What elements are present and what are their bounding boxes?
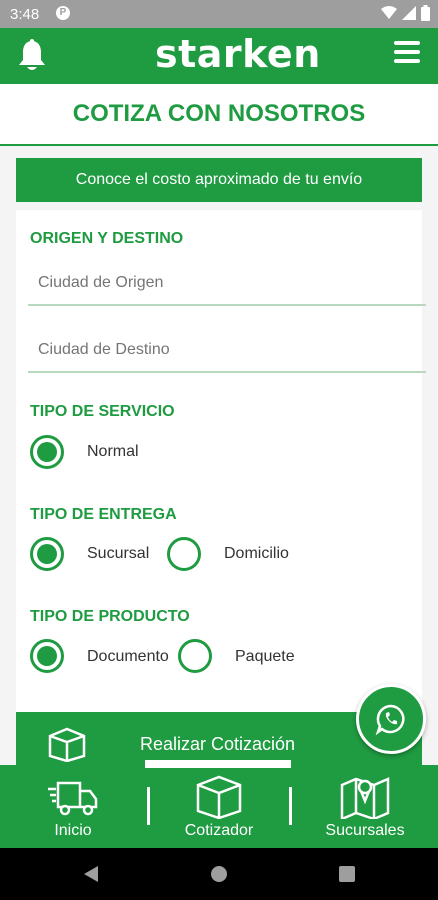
product-type-label: TIPO DE PRODUCTO [30, 608, 190, 625]
destination-city-input[interactable] [28, 329, 426, 373]
status-icons [381, 5, 430, 21]
box-icon [196, 775, 242, 819]
status-time: 3:48 [10, 6, 40, 23]
app-header: starken [0, 28, 438, 84]
home-icon[interactable] [210, 865, 228, 883]
whatsapp-icon [375, 704, 405, 735]
radio-service-normal[interactable] [30, 435, 64, 469]
origin-destination-label: ORIGEN Y DESTINO [30, 230, 184, 247]
delivery-type-label: TIPO DE ENTREGA [30, 506, 177, 523]
box-icon [48, 727, 86, 762]
nav-sucursales[interactable]: Sucursales [292, 765, 438, 848]
map-icon [340, 777, 390, 819]
nav-inicio[interactable]: Inicio [0, 765, 146, 848]
nav-sucursales-label: Sucursales [325, 822, 405, 839]
info-banner: Conoce el costo aproximado de tu envío [16, 158, 422, 202]
radio-delivery-sucursal-label: Sucursal [87, 545, 150, 562]
bell-icon[interactable] [17, 39, 47, 73]
wifi-icon [381, 6, 397, 19]
menu-icon[interactable] [394, 41, 420, 65]
service-type-label: TIPO DE SERVICIO [30, 403, 175, 420]
page-title: COTIZA CON NOSOTROS [72, 100, 366, 127]
bottom-nav: Inicio Cotizador Sucursales [0, 765, 438, 848]
starken-logo: starken [155, 32, 321, 76]
signal-icon [402, 6, 416, 20]
recents-icon[interactable] [338, 865, 356, 883]
status-bar: 3:48 P [0, 0, 438, 28]
radio-delivery-domicilio[interactable] [167, 537, 201, 571]
radio-product-paquete-label: Paquete [235, 648, 295, 665]
back-icon[interactable] [82, 865, 100, 883]
system-nav-bar [0, 848, 438, 900]
battery-icon [421, 5, 430, 21]
radio-delivery-domicilio-label: Domicilio [224, 545, 289, 562]
nav-cotizador-label: Cotizador [184, 822, 254, 839]
truck-icon [48, 781, 98, 816]
nav-inicio-label: Inicio [54, 822, 92, 839]
radio-product-paquete[interactable] [178, 639, 212, 673]
whatsapp-button[interactable] [356, 684, 426, 754]
active-tab-indicator [145, 760, 291, 768]
p-icon: P [56, 6, 70, 20]
radio-product-documento[interactable] [30, 639, 64, 673]
origin-city-input[interactable] [28, 262, 426, 306]
nav-cotizador[interactable]: Cotizador [146, 765, 292, 848]
submit-quote-label: Realizar Cotización [140, 734, 296, 754]
radio-delivery-sucursal[interactable] [30, 537, 64, 571]
radio-product-documento-label: Documento [87, 648, 169, 665]
radio-service-normal-label: Normal [87, 443, 139, 460]
